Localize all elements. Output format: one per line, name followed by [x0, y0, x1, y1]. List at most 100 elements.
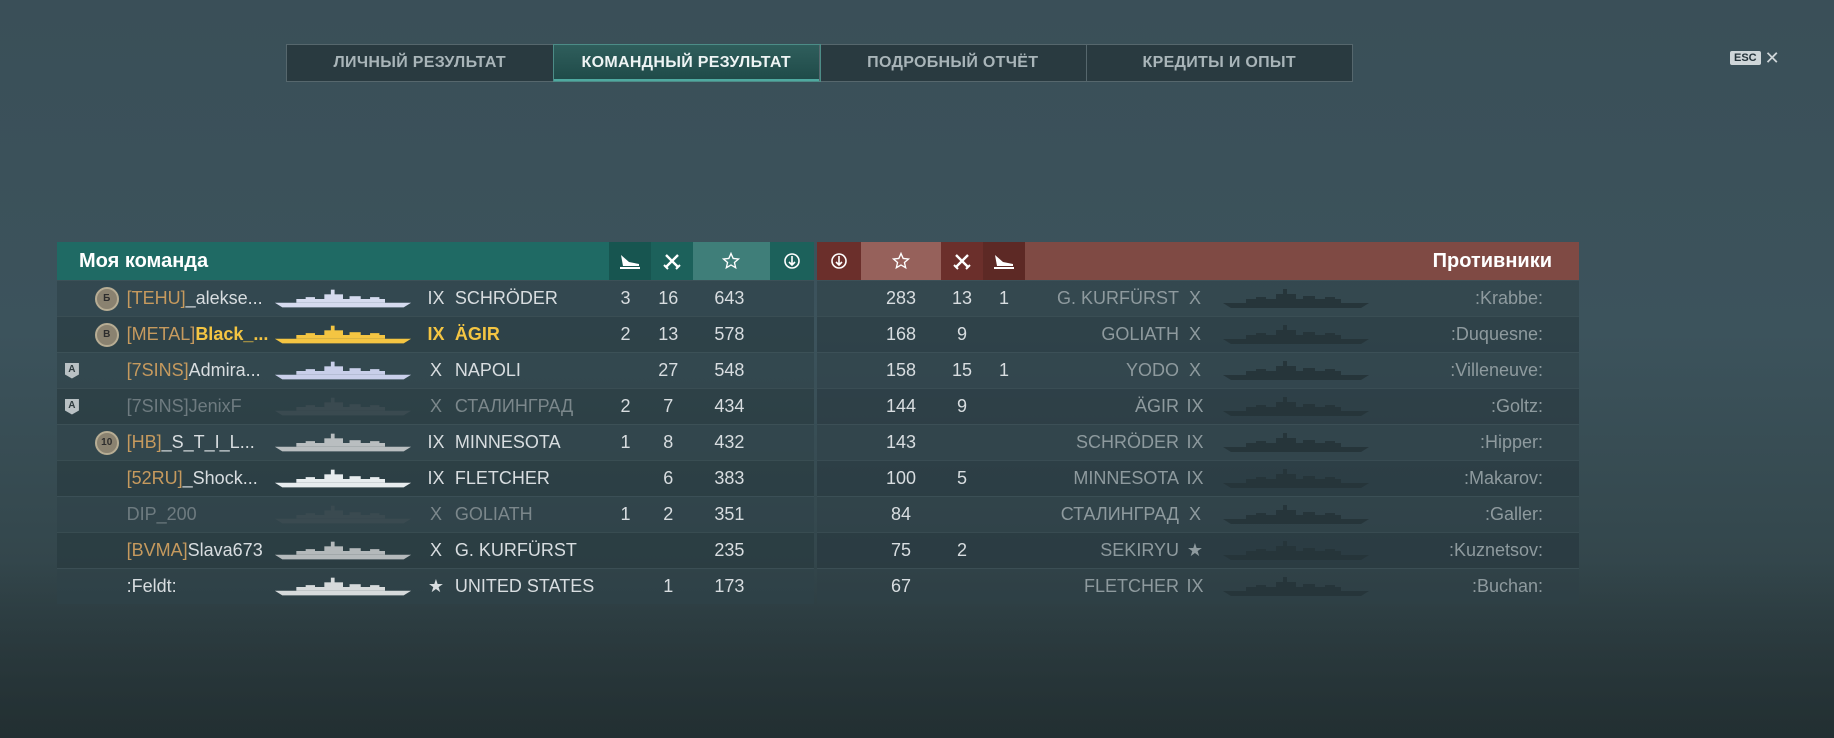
score-value: 84	[890, 504, 912, 524]
player-nick[interactable]: :Galler:	[1381, 504, 1551, 525]
ship-tier: IX	[1186, 396, 1204, 416]
player-name[interactable]: [52RU]_Shock...	[127, 468, 273, 489]
planes-count: 2	[620, 396, 631, 416]
enemy-team-row[interactable]: 144 9 ÄGIR IX :Goltz:	[817, 388, 1579, 424]
ship-name: MINNESOTA	[1073, 468, 1179, 488]
ship-name: G. KURFÜRST	[1056, 288, 1179, 308]
player-nick: Black_...	[195, 324, 269, 344]
player-nick[interactable]: :Goltz:	[1381, 396, 1551, 417]
ship-tier: IX	[427, 288, 445, 308]
ship-silhouette-icon	[1211, 468, 1381, 490]
my-team-row[interactable]: В [METAL]Black_... IX ÄGIR 2 13 578	[57, 316, 814, 352]
tab-detailed-report[interactable]: ПОДРОБНЫЙ ОТЧЁТ	[820, 45, 1087, 81]
enemy-team-row[interactable]: 168 9 GOLIATH X :Duquesne:	[817, 316, 1579, 352]
enemy-team-row[interactable]: 67 FLETCHER IX :Buchan:	[817, 568, 1579, 604]
ship-silhouette-icon	[1211, 324, 1381, 346]
player-nick: _Shock...	[182, 468, 258, 488]
player-nick[interactable]: :Makarov:	[1381, 468, 1551, 489]
tab-credits-xp[interactable]: КРЕДИТЫ И ОПЫТ	[1087, 45, 1353, 81]
player-nick: _S_T_I_L...	[161, 432, 255, 452]
frags-count: 2	[956, 540, 967, 560]
my-team-row[interactable]: Б [TEHU]_alekse... IX SCHRÖDER 3 16 643	[57, 280, 814, 316]
score-value: 434	[714, 396, 745, 416]
ship-name: NAPOLI	[454, 360, 521, 380]
ship-tier: X	[429, 396, 442, 416]
frags-count: 13	[658, 324, 679, 344]
ship-name: SCHRÖDER	[1075, 432, 1179, 452]
tab-team-result[interactable]: КОМАНДНЫЙ РЕЗУЛЬТАТ	[553, 45, 820, 81]
player-nick[interactable]: :Kuznetsov:	[1381, 540, 1551, 561]
enemy-team-row[interactable]: 100 5 MINNESOTA IX :Makarov:	[817, 460, 1579, 496]
planes-count: 1	[998, 360, 1009, 380]
clan-tag: [HB]	[126, 432, 162, 452]
enemy-team-row[interactable]: 143 SCHRÖDER IX :Hipper:	[817, 424, 1579, 460]
my-team-header: Моя команда	[57, 242, 814, 280]
frags-icon	[941, 242, 983, 280]
player-nick[interactable]: :Krabbe:	[1381, 288, 1551, 309]
frags-count: 13	[951, 288, 973, 308]
player-name[interactable]: DIP_200	[127, 504, 273, 525]
esc-key-label: ESC	[1730, 51, 1761, 65]
frags-count: 2	[663, 504, 674, 524]
ship-name: FLETCHER	[454, 468, 550, 488]
my-team-row[interactable]: A [7SINS]JenixF X СТАЛИНГРАД 2 7 434	[57, 388, 814, 424]
my-team-row[interactable]: DIP_200 X GOLIATH 1 2 351	[57, 496, 814, 532]
my-team-row[interactable]: [BVMA]Slava673 X G. KURFÜRST 235	[57, 532, 814, 568]
clan-tag: [7SINS]	[126, 396, 189, 416]
player-name[interactable]: [HB]_S_T_I_L...	[127, 432, 273, 453]
ship-name: G. KURFÜRST	[454, 540, 577, 560]
planes-count: 1	[620, 432, 631, 452]
ship-silhouette-icon	[273, 324, 422, 346]
ship-tier: X	[429, 504, 442, 524]
score-value: 144	[885, 396, 917, 416]
frags-icon	[650, 242, 693, 280]
clan-tag: [52RU]	[126, 468, 183, 488]
planes-count: 2	[620, 324, 631, 344]
my-team-row[interactable]: 10 [HB]_S_T_I_L... IX MINNESOTA 1 8 432	[57, 424, 814, 460]
planes-destroyed-icon	[609, 242, 651, 280]
score-value: 235	[714, 540, 745, 560]
player-name[interactable]: [BVMA]Slava673	[127, 540, 273, 561]
close-button[interactable]: ESC ✕	[1730, 49, 1780, 67]
planes-count: 1	[620, 504, 631, 524]
enemy-team-row[interactable]: 158 15 1 YODO X :Villeneuve:	[817, 352, 1579, 388]
score-value: 283	[885, 288, 917, 308]
ship-name: GOLIATH	[454, 504, 533, 524]
frags-count: 9	[956, 324, 967, 344]
clan-tag: [METAL]	[126, 324, 196, 344]
ship-silhouette-icon	[1211, 432, 1381, 454]
clan-tag: [7SINS]	[126, 360, 189, 380]
ship-name: GOLIATH	[1101, 324, 1179, 344]
player-nick: _alekse...	[185, 288, 263, 308]
player-name[interactable]: [METAL]Black_...	[127, 324, 273, 345]
player-name[interactable]: [7SINS]Admira...	[127, 360, 273, 381]
ship-tier: ★	[427, 576, 445, 596]
player-nick: JenixF	[188, 396, 242, 416]
ship-silhouette-icon	[1211, 576, 1381, 598]
division-icon: A	[64, 362, 79, 379]
player-nick[interactable]: :Hipper:	[1381, 432, 1551, 453]
my-team-row[interactable]: A [7SINS]Admira... X NAPOLI 27 548	[57, 352, 814, 388]
score-value: 168	[885, 324, 917, 344]
my-team-row[interactable]: [52RU]_Shock... IX FLETCHER 6 383	[57, 460, 814, 496]
enemy-team-row[interactable]: 75 2 SEKIRYU ★ :Kuznetsov:	[817, 532, 1579, 568]
player-nick[interactable]: :Buchan:	[1381, 576, 1551, 597]
score-value: 643	[714, 288, 745, 308]
enemy-team-row[interactable]: 283 13 1 G. KURFÜRST X :Krabbe:	[817, 280, 1579, 316]
player-name[interactable]: :Feldt:	[127, 576, 273, 597]
tab-personal-result[interactable]: ЛИЧНЫЙ РЕЗУЛЬТАТ	[287, 45, 554, 81]
score-value: 548	[714, 360, 745, 380]
ship-name: FLETCHER	[1083, 576, 1179, 596]
ship-tier: X	[1188, 324, 1201, 344]
enemy-team-row[interactable]: 84 СТАЛИНГРАД X :Galler:	[817, 496, 1579, 532]
ship-name: MINNESOTA	[454, 432, 561, 452]
my-team-panel: Моя команда Б [TEHU]_alekse... IX SCHRÖD…	[57, 242, 814, 604]
ship-name: SEKIRYU	[1100, 540, 1179, 560]
ship-tier: IX	[427, 468, 445, 488]
player-name[interactable]: [7SINS]JenixF	[127, 396, 273, 417]
my-team-title: Моя команда	[79, 249, 209, 272]
player-nick[interactable]: :Duquesne:	[1381, 324, 1551, 345]
player-nick[interactable]: :Villeneuve:	[1381, 360, 1551, 381]
my-team-row[interactable]: :Feldt: ★ UNITED STATES 1 173	[57, 568, 814, 604]
player-name[interactable]: [TEHU]_alekse...	[127, 288, 273, 309]
